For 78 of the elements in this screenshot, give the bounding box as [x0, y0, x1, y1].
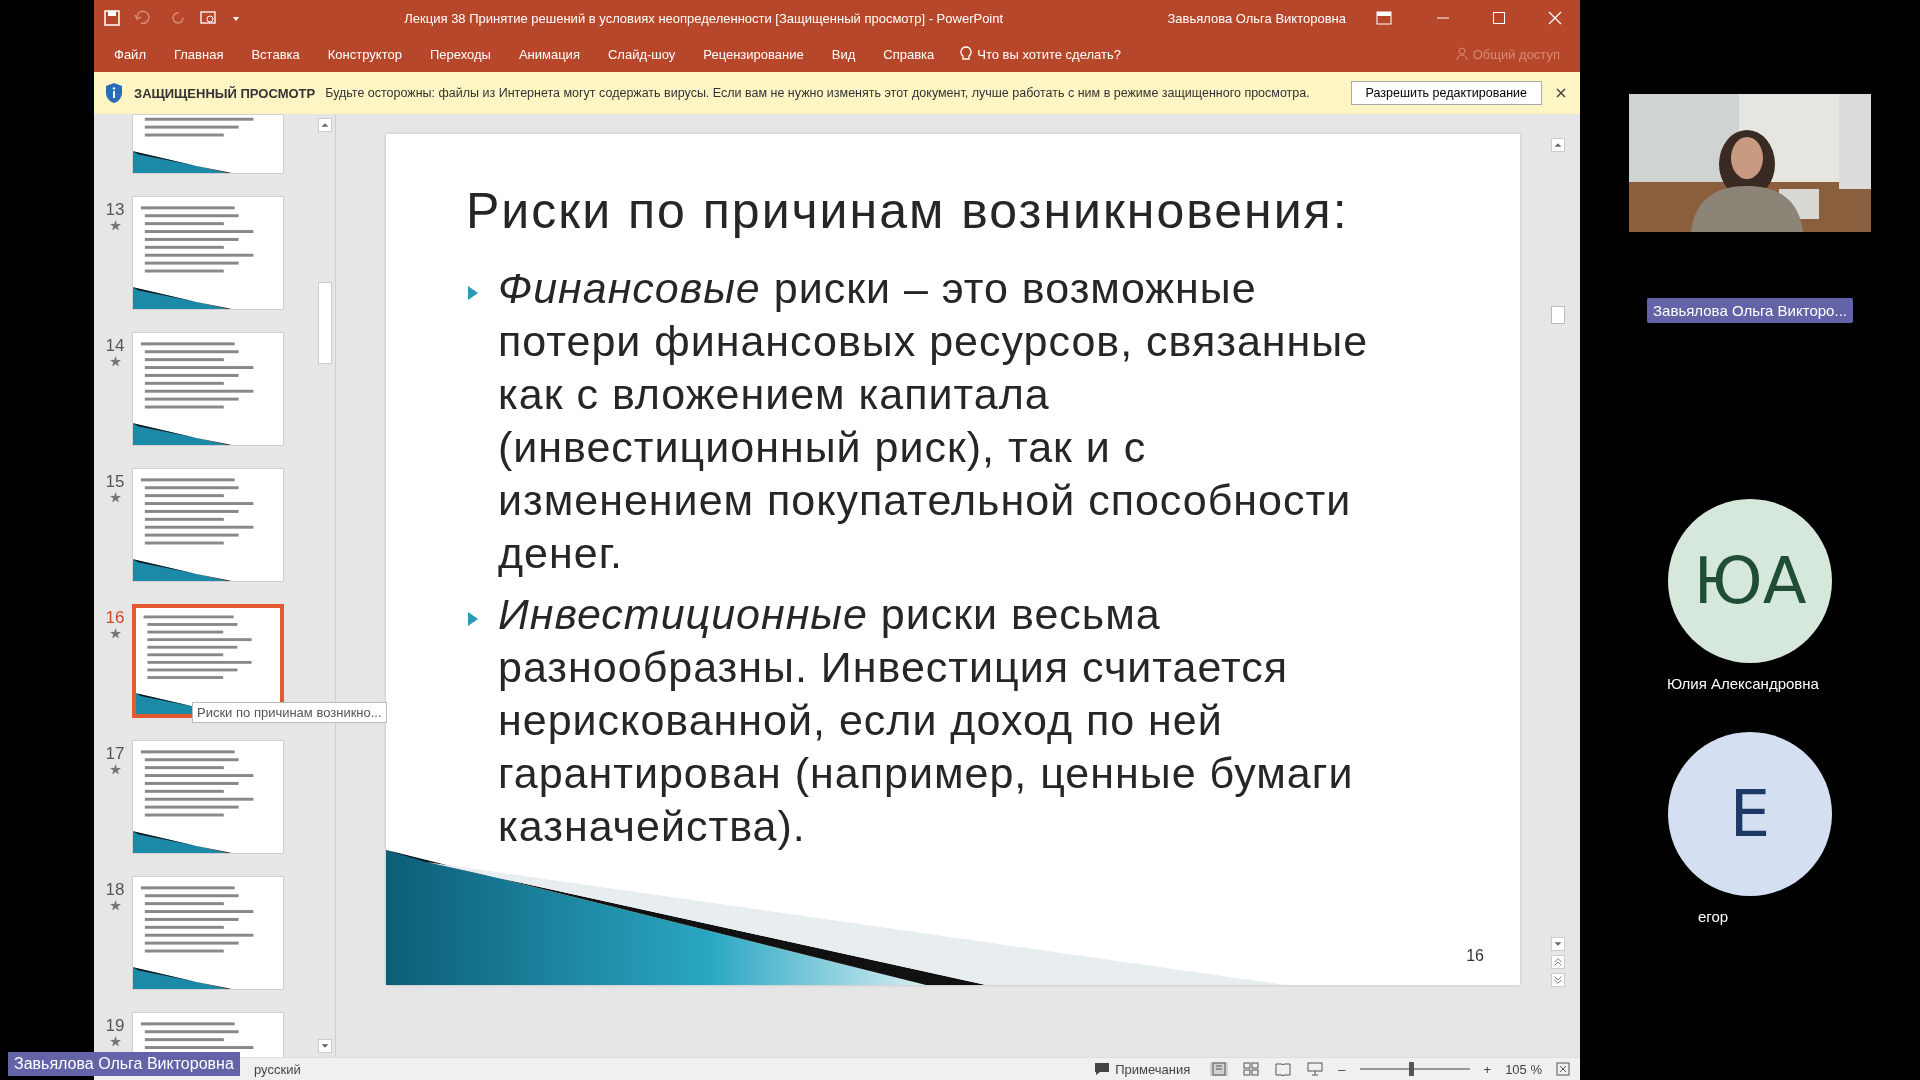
bullet-icon [466, 284, 480, 302]
slide-sorter-icon[interactable] [1242, 1062, 1261, 1076]
person-icon [1455, 47, 1468, 61]
menu-tab[interactable]: Справка [871, 42, 947, 66]
lightbulb-icon [960, 46, 973, 62]
participant-name: Завьялова Ольга Викторо... [1647, 298, 1853, 323]
bullet-text: Инвестиционные риски весьма разнообразны. Инвестиция считается нерискованной, если доход по ней гарантирован (например, ценные бумаги казначейства). [498, 589, 1355, 852]
slide-number: 17 [105, 744, 125, 764]
slide-title: Риски по причинам возникновения: [465, 182, 1350, 240]
slide-thumbnail[interactable] [132, 196, 284, 310]
bullet-text: Финансовые риски – это возможные потери финансовых ресурсов, связанные как с вложением капитала (инвестиционный риск), так и с изменением покупательной способности денег. [498, 263, 1370, 579]
slideshow-icon[interactable] [1306, 1062, 1325, 1076]
menu-tab[interactable]: Файл [102, 42, 158, 66]
scroll-up-icon[interactable] [318, 118, 332, 132]
menu-tab[interactable]: Анимация [506, 42, 592, 66]
maximize-icon[interactable] [1492, 11, 1506, 25]
protected-view-title: ЗАЩИЩЕННЫЙ ПРОСМОТР [134, 85, 316, 101]
protected-view-message: Будьте осторожны: файлы из Интернета могут содержать вирусы. Если вам не нужно изменять этот документ, лучше работать с ним в режиме защищенного просмотра. [325, 85, 1311, 101]
comment-icon [1094, 1062, 1111, 1076]
zoom-out-button[interactable]: – [1338, 1061, 1346, 1077]
menu-tab[interactable]: Главная [161, 42, 236, 66]
presenter-name: Завьялова Ольга Викторовна [8, 1052, 240, 1076]
scroll-up-icon[interactable] [1551, 138, 1565, 152]
menu-tab[interactable]: Конструктор [315, 42, 414, 66]
star-icon [109, 356, 121, 367]
reading-view-icon[interactable] [1274, 1062, 1293, 1076]
save-icon[interactable] [104, 10, 120, 26]
tell-me-field[interactable]: Что вы хотите сделать? [950, 42, 1131, 66]
slide-number: 16 [105, 608, 125, 628]
star-icon [109, 764, 121, 775]
next-slide-icon[interactable] [1551, 973, 1565, 987]
touch-mode-icon[interactable] [200, 10, 218, 26]
menu-tab[interactable]: Вид [819, 42, 868, 66]
scroll-down-icon[interactable] [1551, 937, 1565, 951]
slide-thumbnail[interactable] [132, 114, 284, 174]
star-icon [109, 900, 121, 911]
scrollbar-thumb[interactable] [1551, 306, 1565, 324]
slide-number: 13 [105, 200, 125, 220]
notes-button[interactable]: Примечания [1088, 1061, 1197, 1077]
slide-number: 15 [105, 472, 125, 492]
slide-number: 18 [105, 880, 125, 900]
slide-number: 19 [105, 1016, 125, 1036]
star-icon [109, 628, 121, 639]
star-icon [109, 220, 121, 231]
star-icon [109, 1036, 121, 1047]
fit-to-window-icon[interactable] [1556, 1062, 1570, 1076]
shield-icon [104, 82, 124, 104]
menu-tab[interactable]: Рецензирование [691, 42, 816, 66]
customize-toolbar-icon[interactable] [232, 14, 240, 22]
tooltip: Риски по причинам возникно... [192, 702, 387, 723]
menu-tab[interactable]: Переходы [417, 42, 503, 66]
menu-tab[interactable]: Вставка [239, 42, 312, 66]
language-indicator[interactable]: русский [254, 1061, 301, 1077]
zoom-in-button[interactable]: + [1483, 1061, 1492, 1077]
scroll-down-icon[interactable] [318, 1039, 332, 1053]
menu-tab[interactable]: Слайд-шоу [595, 42, 688, 66]
zoom-slider-thumb[interactable] [1409, 1062, 1415, 1076]
ribbon-display-icon[interactable] [1376, 11, 1392, 25]
slide-thumbnail[interactable] [132, 740, 284, 854]
participant-name: Юлия Александровна [1667, 675, 1819, 692]
user-name[interactable]: Завьялова Ольга Викторовна [1167, 10, 1346, 26]
close-icon[interactable] [1556, 88, 1566, 98]
enable-editing-button[interactable]: Разрешить редактирование [1350, 81, 1542, 105]
participant-name: егор [1698, 908, 1729, 925]
slide-thumbnail[interactable] [132, 332, 284, 446]
zoom-level[interactable]: 105 % [1505, 1061, 1542, 1077]
slide-number: 14 [105, 336, 125, 356]
slide-thumbnail[interactable] [132, 468, 284, 582]
avatar-initials: ЮА [1693, 544, 1807, 618]
star-icon [109, 492, 121, 503]
scrollbar-thumb[interactable] [318, 282, 332, 364]
previous-slide-icon[interactable] [1551, 955, 1565, 969]
avatar-initials: Е [1729, 777, 1771, 851]
window-title: Лекция 38 Принятие решений в условиях неопределенности [Защищенный просмотр] - PowerPoint [403, 10, 1005, 26]
bullet-icon [466, 610, 480, 628]
slide-number: 16 [1466, 947, 1484, 965]
slide-thumbnail[interactable] [132, 876, 284, 990]
normal-view-icon[interactable] [1210, 1062, 1229, 1076]
